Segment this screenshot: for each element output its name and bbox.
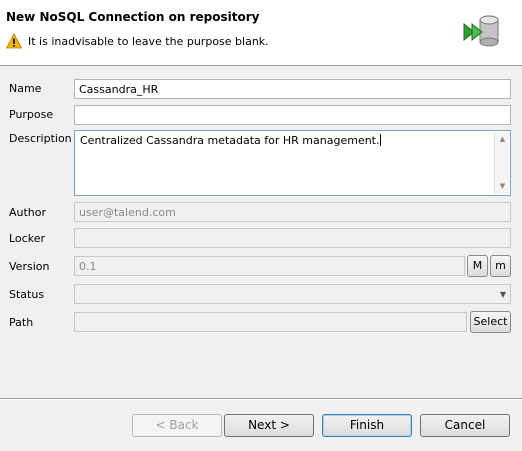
nosql-database-icon — [463, 15, 499, 47]
scroll-down-icon[interactable]: ▼ — [495, 179, 510, 194]
purpose-field[interactable] — [74, 105, 511, 125]
wizard-header: New NoSQL Connection on repository It is… — [0, 0, 522, 66]
description-scrollbar[interactable]: ▲ ▼ — [494, 132, 509, 194]
warning-icon — [6, 33, 22, 49]
warning-text: It is inadvisable to leave the purpose b… — [28, 34, 269, 48]
button-separator — [0, 398, 522, 400]
description-label: Description — [9, 132, 72, 145]
status-label: Status — [9, 288, 45, 301]
description-text: Centralized Cassandra metadata for HR ma… — [80, 134, 380, 147]
next-button[interactable]: Next > — [224, 414, 314, 437]
scroll-up-icon[interactable]: ▲ — [495, 132, 510, 147]
name-label: Name — [9, 82, 42, 95]
back-button[interactable]: < Back — [132, 414, 222, 437]
wizard-title: New NoSQL Connection on repository — [6, 10, 260, 24]
status-select[interactable]: ▼ — [74, 284, 511, 304]
finish-button[interactable]: Finish — [322, 414, 412, 437]
path-label: Path — [9, 316, 34, 329]
select-path-button[interactable]: Select — [470, 311, 511, 333]
purpose-label: Purpose — [9, 108, 54, 121]
version-field: 0.1 — [74, 256, 465, 276]
name-field[interactable]: Cassandra_HR — [74, 79, 511, 99]
locker-field — [74, 228, 511, 248]
author-label: Author — [9, 206, 47, 219]
description-field[interactable]: Centralized Cassandra metadata for HR ma… — [74, 130, 511, 196]
major-version-button[interactable]: M — [467, 255, 488, 277]
version-label: Version — [9, 260, 50, 273]
cancel-button[interactable]: Cancel — [420, 414, 510, 437]
minor-version-button[interactable]: m — [490, 255, 511, 277]
path-field — [74, 312, 467, 332]
text-cursor — [379, 134, 381, 146]
chevron-down-icon[interactable]: ▼ — [500, 290, 506, 299]
author-field: user@talend.com — [74, 202, 511, 222]
warning-message: It is inadvisable to leave the purpose b… — [6, 33, 269, 49]
locker-label: Locker — [9, 232, 45, 245]
